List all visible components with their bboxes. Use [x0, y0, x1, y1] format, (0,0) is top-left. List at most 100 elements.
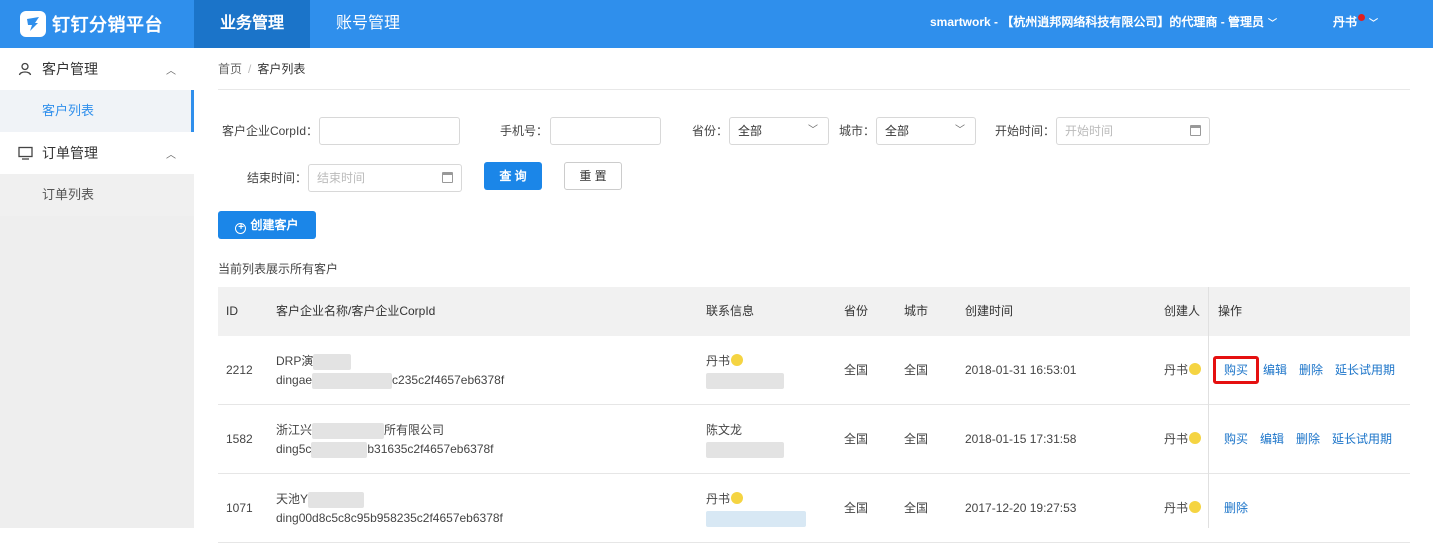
- row-city: 全国: [904, 432, 929, 446]
- sidebar-group-label: 客户管理: [42, 61, 98, 77]
- edit-link[interactable]: 编辑: [1260, 432, 1284, 446]
- user-menu[interactable]: 丹书 ﹀: [1333, 0, 1378, 44]
- phone-input[interactable]: [550, 117, 661, 145]
- dingtalk-logo-icon: [20, 11, 46, 37]
- row-city: 全国: [904, 501, 929, 515]
- col-name: 客户企业名称/客户企业CorpId: [276, 304, 436, 318]
- redacted-block: [706, 372, 784, 389]
- start-time-label: 开始时间：: [994, 124, 1055, 138]
- chevron-up-icon: ︿: [166, 65, 176, 77]
- query-button[interactable]: 查 询: [484, 162, 542, 190]
- redacted-block: [706, 441, 784, 458]
- creator-name: 丹书: [1164, 432, 1189, 446]
- contact-name: 丹书: [706, 354, 731, 368]
- row-name: 天池Y ding00d8c5c8c95b958235c2f4657eb6378f: [276, 490, 503, 528]
- sidebar-item-customer-list[interactable]: 客户列表: [0, 90, 194, 132]
- province-select[interactable]: 全部 ﹀: [729, 117, 829, 145]
- row-corpid: dingae: [276, 373, 313, 387]
- province-value: 全部: [738, 124, 763, 138]
- phone-label: 手机号：: [499, 124, 548, 138]
- row-province: 全国: [844, 363, 869, 377]
- org-label: smartwork - 【杭州逍邦网络科技有限公司】的代理商 - 管理员: [930, 15, 1265, 29]
- row-province: 全国: [844, 501, 869, 515]
- col-actions: 操作: [1218, 304, 1243, 318]
- create-customer-button[interactable]: + 创建客户: [218, 211, 316, 239]
- row-creator: 丹书: [1164, 474, 1202, 543]
- start-time-placeholder: 开始时间: [1065, 124, 1114, 138]
- plus-circle-icon: +: [235, 223, 247, 234]
- main-content: 首页 / 客户列表 客户企业CorpId： 手机号： 省份： 全部 ﹀ 城市： 全部 ﹀…: [218, 48, 1410, 543]
- buy-link[interactable]: 购买: [1213, 356, 1260, 384]
- col-city: 城市: [904, 304, 929, 318]
- delete-link[interactable]: 删除: [1299, 363, 1323, 377]
- monitor-icon: [18, 146, 34, 160]
- row-id: 1071: [226, 501, 253, 515]
- delete-link[interactable]: 删除: [1224, 501, 1248, 515]
- sidebar-group-orders[interactable]: 订单管理 ︿: [0, 132, 194, 174]
- table-row: 1582 浙江兴 所有限公司 ding5c b31635c2f4657eb6378f…: [218, 405, 1410, 474]
- delete-link[interactable]: 删除: [1296, 432, 1320, 446]
- table-row: 1071 天池Y ding00d8c5c8c95b958235c2f4657eb…: [218, 474, 1410, 543]
- row-name: 浙江兴 所有限公司 ding5c b31635c2f4657eb6378f: [276, 421, 494, 459]
- calendar-icon: [1190, 125, 1201, 136]
- create-customer-label: 创建客户: [250, 218, 299, 232]
- row-contact: 丹书: [706, 490, 806, 528]
- end-time-input[interactable]: 结束时间: [308, 164, 462, 192]
- reset-button[interactable]: 重 置: [564, 162, 622, 190]
- city-select[interactable]: 全部 ﹀: [876, 117, 976, 145]
- start-time-input[interactable]: 开始时间: [1056, 117, 1210, 145]
- tab-business-management[interactable]: 业务管理: [194, 0, 311, 48]
- sidebar-group-label: 订单管理: [42, 145, 98, 161]
- extend-trial-link[interactable]: 延长试用期: [1332, 432, 1392, 446]
- sidebar-group-customers[interactable]: 客户管理 ︿: [0, 48, 194, 90]
- row-actions: 购买 编辑 删除 延长试用期: [1224, 405, 1404, 474]
- emoji-icon: [731, 354, 744, 366]
- province-label: 省份：: [691, 124, 728, 138]
- customer-table: ID 客户企业名称/客户企业CorpId 联系信息 省份 城市 创建时间 创建人…: [218, 287, 1410, 543]
- top-nav: 业务管理 账号管理: [194, 0, 426, 48]
- row-creator: 丹书: [1164, 405, 1202, 474]
- breadcrumb: 首页 / 客户列表: [218, 48, 1410, 90]
- emoji-icon: [731, 492, 744, 504]
- breadcrumb-current: 客户列表: [257, 62, 306, 76]
- redacted-block: [311, 441, 368, 458]
- chevron-down-icon: ﹀: [955, 125, 965, 136]
- col-province: 省份: [844, 304, 869, 318]
- row-company-name: 浙江兴: [276, 423, 313, 437]
- sidebar-item-order-list[interactable]: 订单列表: [0, 174, 194, 216]
- col-created: 创建时间: [965, 304, 1014, 318]
- chevron-down-icon: ﹀: [1268, 18, 1278, 28]
- breadcrumb-home[interactable]: 首页: [218, 62, 242, 76]
- col-id: ID: [226, 304, 238, 318]
- corpid-input[interactable]: [319, 117, 460, 145]
- contact-name: 陈文龙: [706, 423, 743, 437]
- side-menu: 客户管理 ︿ 客户列表 订单管理 ︿ 订单列表: [0, 48, 194, 216]
- row-created: 2018-01-15 17:31:58: [965, 432, 1077, 446]
- redacted-block: [312, 372, 393, 389]
- org-switcher[interactable]: smartwork - 【杭州逍邦网络科技有限公司】的代理商 - 管理员 ﹀: [930, 0, 1277, 44]
- emoji-icon: [1189, 363, 1202, 375]
- row-company-name-tail: 所有限公司: [384, 423, 445, 437]
- notification-dot-icon: [1358, 14, 1366, 21]
- row-actions: 删除: [1224, 474, 1260, 543]
- row-contact: 陈文龙: [706, 421, 784, 459]
- row-creator: 丹书: [1164, 336, 1202, 405]
- table-header: ID 客户企业名称/客户企业CorpId 联系信息 省份 城市 创建时间 创建人…: [218, 287, 1410, 336]
- sidebar: 客户管理 ︿ 客户列表 订单管理 ︿ 订单列表: [0, 48, 194, 528]
- emoji-icon: [1189, 432, 1202, 444]
- redacted-block: [706, 510, 806, 527]
- edit-link[interactable]: 编辑: [1263, 363, 1287, 377]
- chevron-up-icon: ︿: [166, 149, 176, 161]
- row-province: 全国: [844, 432, 869, 446]
- row-company-name: DRP演: [276, 354, 314, 368]
- city-label: 城市：: [838, 124, 875, 138]
- creator-name: 丹书: [1164, 501, 1189, 515]
- brand[interactable]: 钉钉分销平台: [0, 0, 194, 48]
- buy-link[interactable]: 购买: [1224, 432, 1248, 446]
- extend-trial-link[interactable]: 延长试用期: [1335, 363, 1395, 377]
- end-time-label: 结束时间：: [246, 171, 307, 185]
- top-bar: 钉钉分销平台 业务管理 账号管理 smartwork - 【杭州逍邦网络科技有限…: [0, 0, 1433, 48]
- row-id: 1582: [226, 432, 253, 446]
- tab-account-management[interactable]: 账号管理: [310, 0, 426, 48]
- emoji-icon: [1189, 501, 1202, 513]
